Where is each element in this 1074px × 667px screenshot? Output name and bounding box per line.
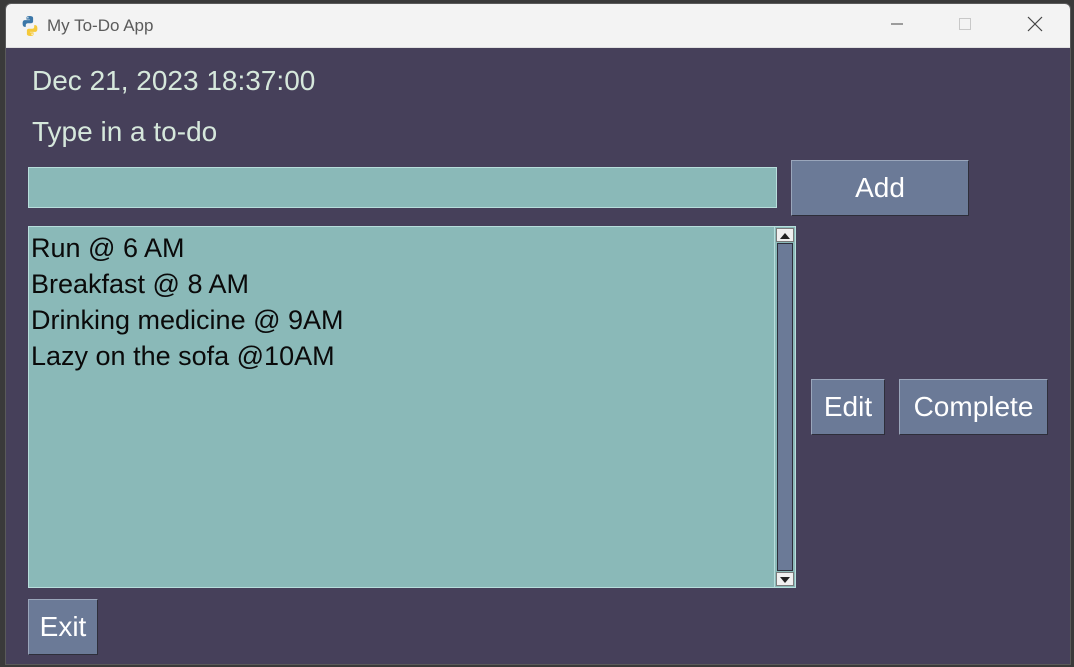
scrollbar-thumb[interactable] <box>777 243 793 571</box>
close-icon <box>1027 16 1043 37</box>
minimize-button[interactable] <box>862 4 932 48</box>
window-title: My To-Do App <box>47 16 154 35</box>
add-button[interactable]: Add <box>791 160 969 216</box>
complete-button[interactable]: Complete <box>899 379 1048 435</box>
app-window: My To-Do App Dec 21, 2023 18:37:00 Type … <box>5 3 1071 665</box>
todo-listbox[interactable]: Run @ 6 AM Breakfast @ 8 AM Drinking med… <box>28 226 775 588</box>
input-prompt-label: Type in a to-do <box>32 116 218 147</box>
maximize-icon <box>958 17 972 36</box>
python-logo-icon <box>18 14 42 38</box>
arrow-down-icon <box>780 570 790 588</box>
scroll-down-button[interactable] <box>776 572 794 586</box>
maximize-button[interactable] <box>930 4 1000 48</box>
list-scrollbar[interactable] <box>774 226 796 588</box>
list-item[interactable]: Breakfast @ 8 AM <box>29 266 774 302</box>
scroll-up-button[interactable] <box>776 228 794 242</box>
arrow-up-icon <box>780 226 790 244</box>
close-button[interactable] <box>1000 4 1070 48</box>
edit-button[interactable]: Edit <box>811 379 885 435</box>
minimize-icon <box>890 17 904 36</box>
list-item[interactable]: Lazy on the sofa @10AM <box>29 338 774 374</box>
list-item[interactable]: Run @ 6 AM <box>29 230 774 266</box>
datetime-label: Dec 21, 2023 18:37:00 <box>32 65 316 96</box>
list-item[interactable]: Drinking medicine @ 9AM <box>29 302 774 338</box>
title-bar[interactable]: My To-Do App <box>6 4 1070 48</box>
todo-input[interactable] <box>28 167 777 208</box>
exit-button[interactable]: Exit <box>28 599 98 655</box>
